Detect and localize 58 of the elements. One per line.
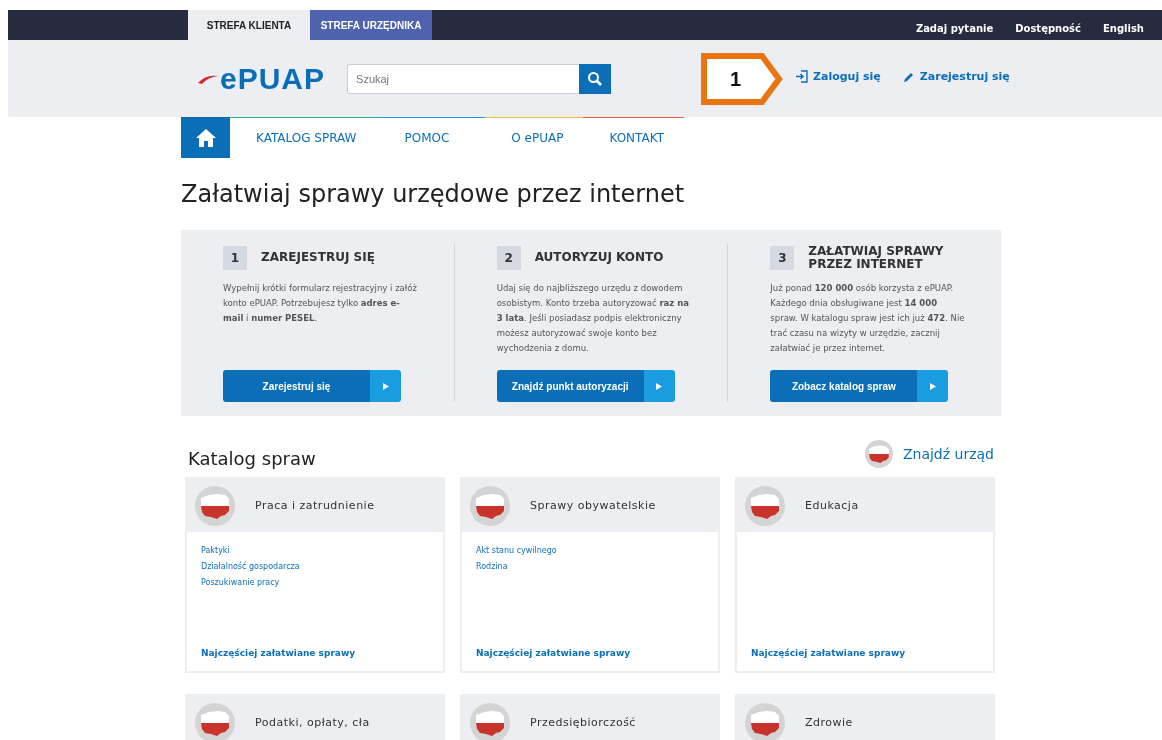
poland-map-icon	[470, 485, 510, 526]
top-link[interactable]: English	[1102, 23, 1144, 34]
search-icon	[587, 70, 604, 87]
step-number: 3	[770, 245, 795, 270]
logo[interactable]: ePUAP	[198, 61, 326, 96]
step-number: 2	[496, 245, 521, 270]
popular-cases-link[interactable]: Najczęściej załatwiane sprawy	[476, 648, 631, 658]
play-arrow-icon	[929, 382, 936, 390]
zone-tab[interactable]: STREFA URZĘDNIKA	[310, 10, 432, 40]
poland-map-icon	[745, 702, 785, 740]
step-button[interactable]: Znajdź punkt autoryzacji	[496, 370, 675, 402]
popular-cases-link[interactable]: Najczęściej załatwiane sprawy	[751, 648, 906, 658]
case-link[interactable]: Rodzina	[476, 562, 704, 571]
category-name[interactable]: Zdrowie	[805, 716, 853, 729]
category-name[interactable]: Sprawy obywatelskie	[530, 499, 656, 512]
case-link[interactable]: Paktyki	[201, 546, 429, 555]
login-link[interactable]: Zaloguj się	[795, 70, 881, 83]
section-heading: Katalog spraw	[188, 447, 316, 469]
case-link[interactable]: Poszukiwanie pracy	[201, 578, 429, 587]
search-field[interactable]: Szukaj	[347, 63, 580, 94]
poland-map-icon	[195, 702, 235, 740]
category-name[interactable]: Przedsiębiorczość	[530, 716, 636, 729]
search-button[interactable]	[579, 63, 612, 94]
step-number: 1	[223, 245, 247, 270]
step-heading: ZAŁATWIAJ SPRAWY PRZEZ INTERNET	[808, 244, 945, 271]
step-description: Wypełnij krótki formularz rejestracyjny i załóż konto ePUAP. Potrzebujesz tylko adres e-mail i numer PESEL.	[223, 282, 418, 325]
step-description: Udaj się do najbliższego urzędu z dowodem osobistym. Konto trzeba autoryzować raz na 3 lata. Jeśli posiadasz podpis elektroniczny możesz autoryzować swoje konto bez wychodzenia z domu.	[496, 282, 690, 355]
nav-link[interactable]: O ePUAP	[485, 115, 584, 158]
poland-map-icon	[195, 485, 235, 526]
nav-link[interactable]: POMOC	[378, 115, 486, 158]
play-arrow-icon	[656, 382, 663, 390]
step-button[interactable]: Zobacz katalog spraw	[770, 370, 949, 402]
top-link[interactable]: Zadaj pytanie	[915, 23, 994, 34]
nav-link[interactable]: KONTAKT	[583, 115, 684, 158]
poland-map-icon	[745, 485, 785, 526]
zone-tab[interactable]: STREFA KLIENTA	[188, 10, 310, 40]
nav-link[interactable]: KATALOG SPRAW	[230, 115, 379, 158]
home-button[interactable]	[181, 117, 230, 158]
poland-map-icon	[470, 702, 510, 740]
step-button[interactable]: Zarejestruj się	[223, 370, 401, 402]
step-description: Już ponad 120 000 osób korzysta z ePUAP. Każdego dnia obsługiwane jest 14 000 spraw. W katalogu spraw jest ich już 472. Nie trać czasu na wizyty w urzędzie, zacznij załatwiać je przez internet.	[770, 282, 965, 355]
step-heading: ZAREJESTRUJ SIĘ	[261, 251, 375, 264]
popular-cases-link[interactable]: Najczęściej załatwiane sprawy	[201, 648, 356, 658]
case-link[interactable]: Działalność gospodarcza	[201, 562, 429, 571]
case-link[interactable]: Akt stanu cywilnego	[476, 546, 704, 555]
category-name[interactable]: Edukacja	[805, 499, 859, 512]
step-heading: AUTORYZUJ KONTO	[534, 251, 664, 264]
find-office-link[interactable]: Znajdź urząd	[902, 445, 994, 462]
play-arrow-icon	[382, 382, 389, 390]
pencil-icon	[902, 70, 915, 83]
top-link[interactable]: Dostępność	[1015, 23, 1081, 34]
category-name[interactable]: Podatki, opłaty, cła	[255, 716, 370, 729]
login-icon	[795, 70, 808, 83]
page-title: Załatwiaj sprawy urzędowe przez internet	[181, 180, 686, 208]
register-link[interactable]: Zarejestruj się	[902, 70, 1010, 83]
category-name[interactable]: Praca i zatrudnienie	[255, 499, 375, 512]
poland-map-icon	[864, 439, 893, 468]
home-icon	[194, 127, 217, 148]
